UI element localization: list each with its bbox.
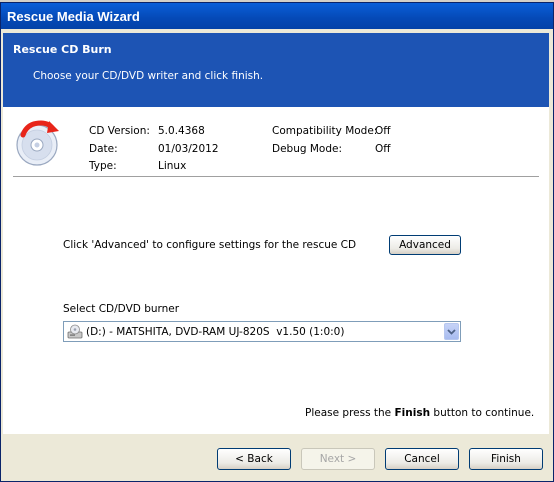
date-label: Date:: [89, 143, 118, 155]
cancel-button[interactable]: Cancel: [385, 448, 459, 470]
type-value: Linux: [158, 160, 187, 172]
burner-select[interactable]: (D:) - MATSHITA, DVD-RAM UJ-820S v1.50 (…: [63, 321, 461, 342]
chevron-down-icon[interactable]: [444, 323, 459, 340]
debug-mode-label: Debug Mode:: [272, 143, 343, 155]
burner-label: Select CD/DVD burner: [63, 303, 180, 315]
finish-note-bold: Finish: [394, 407, 431, 419]
burner-selected-value: (D:) - MATSHITA, DVD-RAM UJ-820S v1.50 (…: [86, 326, 345, 338]
compatibility-mode-label: Compatibility Mode:: [272, 125, 378, 137]
finish-instruction: Please press the Finish button to contin…: [305, 407, 534, 419]
finish-button[interactable]: Finish: [469, 448, 543, 470]
finish-note-prefix: Please press the: [305, 407, 395, 419]
separator: [13, 176, 539, 178]
back-button[interactable]: < Back: [217, 448, 291, 470]
debug-mode-value: Off: [375, 143, 391, 155]
type-label: Type:: [89, 160, 117, 172]
next-button[interactable]: Next >: [301, 448, 375, 470]
wizard-header: Rescue CD Burn Choose your CD/DVD writer…: [3, 33, 549, 107]
button-bar: < Back Next > Cancel Finish: [3, 433, 549, 480]
cd-version-value: 5.0.4368: [158, 125, 205, 137]
cd-version-label: CD Version:: [89, 125, 150, 137]
advanced-hint: Click 'Advanced' to configure settings f…: [63, 239, 357, 251]
window-title: Rescue Media Wizard: [7, 9, 140, 24]
wizard-window: Rescue Media Wizard Rescue CD Burn Choos…: [0, 2, 554, 482]
compatibility-mode-value: Off: [375, 125, 391, 137]
finish-note-suffix: button to continue.: [430, 407, 535, 419]
date-value: 01/03/2012: [158, 143, 219, 155]
title-bar[interactable]: Rescue Media Wizard: [1, 3, 553, 29]
advanced-button[interactable]: Advanced: [389, 235, 461, 255]
cd-burn-icon: [16, 120, 59, 166]
header-title: Rescue CD Burn: [13, 43, 112, 56]
wizard-content: CD Version: 5.0.4368 Date: 01/03/2012 Ty…: [3, 107, 549, 433]
cd-drive-icon: [67, 324, 83, 339]
header-subtitle: Choose your CD/DVD writer and click fini…: [33, 70, 264, 82]
